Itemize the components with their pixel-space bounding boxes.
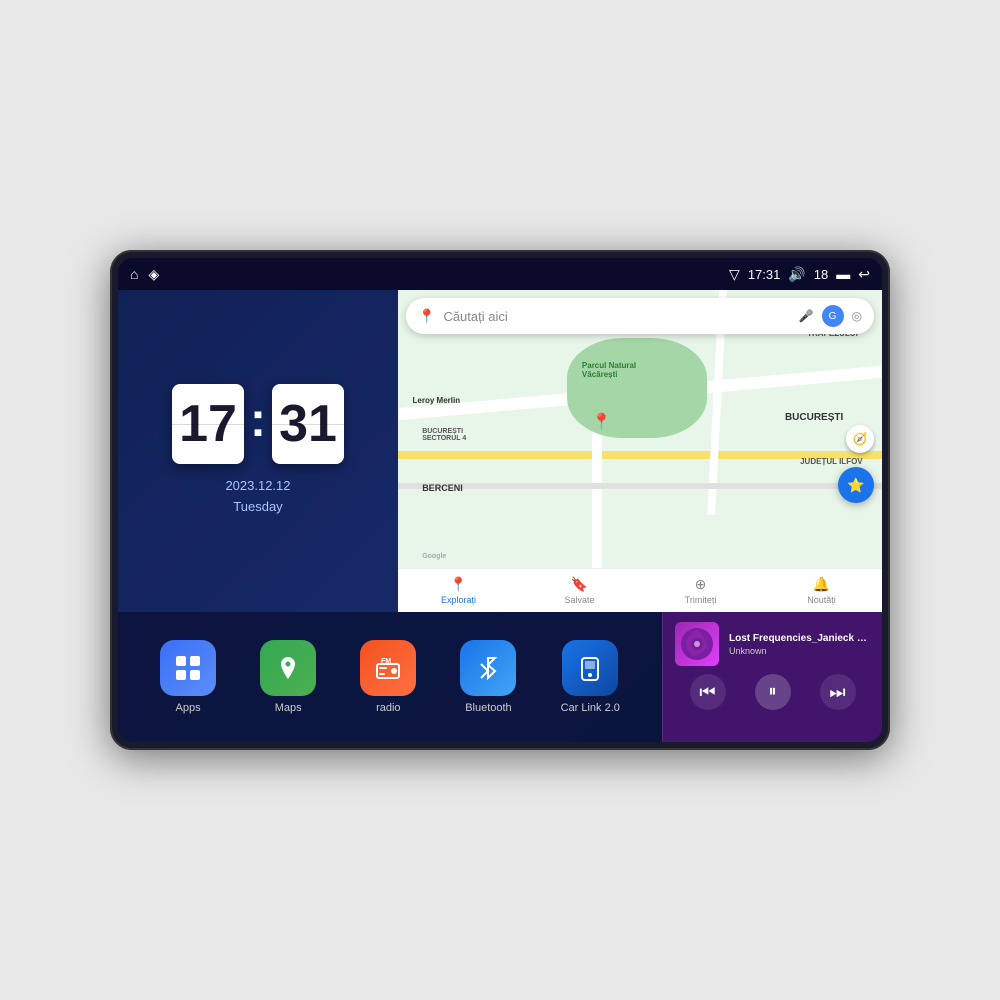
map-label-bucuresti: BUCUREȘTI	[785, 412, 843, 423]
map-search-placeholder[interactable]: Căutați aici	[443, 309, 790, 324]
explore-icon: 📍	[450, 576, 467, 593]
status-time: 17:31	[748, 267, 781, 282]
svg-text:FM: FM	[381, 658, 391, 665]
map-label-berceni: BERCENI	[422, 483, 463, 493]
flip-clock: 17 : 31	[172, 384, 344, 464]
signal-icon: ▽	[729, 266, 740, 283]
app-bluetooth[interactable]: Bluetooth	[460, 640, 516, 714]
news-icon: 🔔	[813, 576, 830, 593]
carlink-icon	[562, 640, 618, 696]
radio-icon: FM	[360, 640, 416, 696]
app-maps[interactable]: Maps	[260, 640, 316, 714]
send-icon: ⊕	[695, 576, 707, 593]
app-radio[interactable]: FM radio	[360, 640, 416, 714]
apps-label: Apps	[176, 702, 201, 714]
clock-date: 2023.12.12 Tuesday	[225, 476, 290, 518]
music-title: Lost Frequencies_Janieck Devy-...	[729, 633, 870, 644]
news-label: Noutăți	[807, 595, 836, 605]
map-background: TRAPEZULUI BUCUREȘTI JUDEȚUL ILFOV BERCE…	[398, 290, 882, 612]
bluetooth-icon	[460, 640, 516, 696]
map-nav-saved[interactable]: 🔖 Salvate	[519, 576, 640, 605]
app-carlink[interactable]: Car Link 2.0	[561, 640, 620, 714]
music-player: Lost Frequencies_Janieck Devy-... Unknow…	[662, 612, 882, 742]
device-screen: ⌂ ◈ ▽ 17:31 🔊 18 ▬ ↩ 17 :	[118, 258, 882, 742]
date-value: 2023.12.12	[225, 476, 290, 497]
map-label-parc: Parcul NaturalVăcărești	[582, 361, 636, 379]
clock-widget: 17 : 31 2023.12.12 Tuesday	[118, 290, 398, 612]
play-pause-button[interactable]: ⏸	[755, 674, 791, 710]
bluetooth-label: Bluetooth	[465, 702, 511, 714]
bottom-section: Apps Maps	[118, 612, 882, 742]
map-label-google: Google	[422, 553, 446, 560]
explore-label: Explorați	[441, 595, 476, 605]
battery-level: 18	[814, 267, 828, 282]
map-widget[interactable]: TRAPEZULUI BUCUREȘTI JUDEȚUL ILFOV BERCE…	[398, 290, 882, 612]
radio-label: radio	[376, 702, 400, 714]
map-label-sector4: BUCUREȘTISECTORUL 4	[422, 428, 466, 442]
saved-icon: 🔖	[571, 576, 588, 593]
apps-icon	[160, 640, 216, 696]
clock-colon: :	[250, 393, 266, 448]
day-value: Tuesday	[225, 497, 290, 518]
music-controls: ⏮ ⏸ ⏭	[675, 674, 870, 710]
top-section: 17 : 31 2023.12.12 Tuesday	[118, 290, 882, 612]
map-label-leroy: Leroy Merlin	[413, 396, 461, 405]
home-icon[interactable]: ⌂	[130, 266, 138, 282]
music-artist: Unknown	[729, 646, 870, 656]
map-nav-send[interactable]: ⊕ Trimiteți	[640, 576, 761, 605]
map-search-bar[interactable]: 📍 Căutați aici 🎤 G ◎	[406, 298, 874, 334]
map-settings-icon[interactable]: ◎	[852, 309, 862, 323]
apps-bar: Apps Maps	[118, 612, 662, 742]
carlink-label: Car Link 2.0	[561, 702, 620, 714]
main-area: 17 : 31 2023.12.12 Tuesday	[118, 290, 882, 742]
music-info: Lost Frequencies_Janieck Devy-... Unknow…	[675, 622, 870, 666]
clock-minutes: 31	[272, 384, 344, 464]
status-bar: ⌂ ◈ ▽ 17:31 🔊 18 ▬ ↩	[118, 258, 882, 290]
user-avatar[interactable]: G	[822, 305, 844, 327]
back-icon[interactable]: ↩	[858, 266, 870, 283]
saved-label: Salvate	[564, 595, 594, 605]
volume-icon: 🔊	[788, 266, 805, 283]
app-apps[interactable]: Apps	[160, 640, 216, 714]
map-compass-button[interactable]: 🧭	[846, 425, 874, 453]
send-label: Trimiteți	[685, 595, 717, 605]
device-frame: ⌂ ◈ ▽ 17:31 🔊 18 ▬ ↩ 17 :	[110, 250, 890, 750]
map-navigate-button[interactable]: ⭐	[838, 467, 874, 503]
map-nav-explore[interactable]: 📍 Explorați	[398, 576, 519, 605]
map-nav-news[interactable]: 🔔 Noutăți	[761, 576, 882, 605]
next-button[interactable]: ⏭	[820, 674, 856, 710]
maps-icon	[260, 640, 316, 696]
map-bottom-bar: 📍 Explorați 🔖 Salvate ⊕ Trimiteți 🔔	[398, 568, 882, 612]
clock-hours: 17	[172, 384, 244, 464]
mic-icon[interactable]: 🎤	[799, 309, 814, 323]
map-label-ilfov: JUDEȚUL ILFOV	[800, 457, 863, 466]
maps-label: Maps	[275, 702, 302, 714]
prev-button[interactable]: ⏮	[690, 674, 726, 710]
battery-icon: ▬	[836, 266, 850, 282]
nav-icon[interactable]: ◈	[148, 266, 159, 283]
album-art	[675, 622, 719, 666]
maps-logo-icon: 📍	[418, 308, 435, 325]
music-text: Lost Frequencies_Janieck Devy-... Unknow…	[729, 633, 870, 656]
map-pin: 📍	[592, 412, 612, 432]
